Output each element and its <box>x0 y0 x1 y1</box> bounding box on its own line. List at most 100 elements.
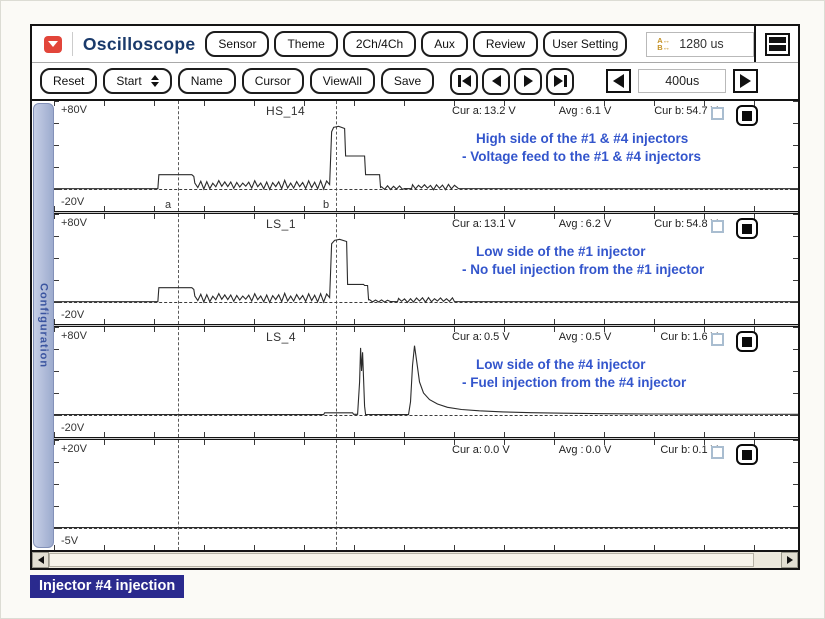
horizontal-scrollbar[interactable] <box>32 550 798 568</box>
avg-value: 0.0 V <box>586 444 614 456</box>
annotation-line1: Low side of the #4 injector <box>462 356 686 374</box>
cur-a-value: 0.0 V <box>484 444 512 456</box>
avg-value: 6.2 V <box>586 218 614 230</box>
review-button[interactable]: Review <box>473 31 538 57</box>
cur-a-value: 13.2 V <box>484 105 518 117</box>
channel-name[interactable]: LS_1 <box>266 217 296 231</box>
channel-menu-button[interactable] <box>736 105 758 126</box>
skip-start-icon <box>462 75 471 87</box>
skip-end-icon <box>554 75 563 87</box>
channel-panel: +20V -5V Cur a:0.0 V Avg :0.0 V Cur b:0.… <box>54 440 798 550</box>
black-square-icon <box>742 337 752 347</box>
channel-name[interactable]: LS_4 <box>266 330 296 344</box>
app-menu-button[interactable] <box>44 36 62 53</box>
cur-b-label: Cur b: <box>654 105 686 117</box>
reset-button[interactable]: Reset <box>40 68 97 94</box>
divider <box>72 32 73 56</box>
channel-panels: +80V -20V HS_14 Cur a:13.2 V Avg :6.1 V … <box>54 101 798 550</box>
start-button[interactable]: Start <box>103 68 171 94</box>
channel-panel: +80V -20V LS_1 Cur a:13.1 V Avg :6.2 V C… <box>54 214 798 324</box>
measurements: Cur a:0.5 V Avg :0.5 V Cur b:1.6 V <box>452 331 720 343</box>
scrollbar-thumb[interactable] <box>49 553 754 567</box>
user-setting-button[interactable]: User Setting <box>543 31 627 57</box>
timebase-increase-button[interactable] <box>733 69 758 93</box>
channel-menu-button[interactable] <box>736 444 758 465</box>
aux-button[interactable]: Aux <box>421 31 468 57</box>
channel-checkbox[interactable] <box>711 220 724 233</box>
black-square-icon <box>742 224 752 234</box>
sensor-button[interactable]: Sensor <box>205 31 269 57</box>
cursor-a-label: a <box>165 199 171 211</box>
cur-a-value: 0.5 V <box>484 331 512 343</box>
measurements: Cur a:0.0 V Avg :0.0 V Cur b:0.1 V <box>452 444 720 456</box>
cursor-button[interactable]: Cursor <box>242 68 304 94</box>
start-label: Start <box>116 74 141 88</box>
vmin-label: -20V <box>61 309 84 321</box>
theme-button[interactable]: Theme <box>274 31 337 57</box>
spinner-icon <box>151 75 159 87</box>
avg-label: Avg : <box>559 444 586 456</box>
channel-mode-button[interactable]: 2Ch/4Ch <box>343 31 416 57</box>
name-button[interactable]: Name <box>178 68 236 94</box>
ab-icon-b: B↔ <box>657 44 670 52</box>
avg-value: 6.1 V <box>586 105 614 117</box>
vmin-label: -5V <box>61 535 78 547</box>
timebase-group: 400us <box>606 69 758 93</box>
cur-a-label: Cur a: <box>452 444 484 456</box>
channel-menu-button[interactable] <box>736 331 758 352</box>
ab-time-value: 1280 us <box>679 37 723 51</box>
skip-end-button[interactable] <box>546 68 574 95</box>
vmax-label: +20V <box>61 443 87 455</box>
ab-cursor-icon: A↔ B↔ <box>657 37 670 52</box>
cur-a-value: 13.1 V <box>484 218 518 230</box>
step-back-button[interactable] <box>482 68 510 95</box>
vmax-label: +80V <box>61 104 87 116</box>
channel-checkbox[interactable] <box>711 446 724 459</box>
left-triangle-icon <box>613 74 624 88</box>
scroll-left-button[interactable] <box>32 552 49 568</box>
left-arrow-icon <box>38 556 44 564</box>
channel-menu-button[interactable] <box>736 218 758 239</box>
right-arrow-icon <box>787 556 793 564</box>
scroll-right-button[interactable] <box>781 552 798 568</box>
annotation-line2: - Voltage feed to the #1 & #4 injectors <box>462 148 701 166</box>
cur-b-label: Cur b: <box>660 444 692 456</box>
channel-name[interactable]: HS_14 <box>266 104 305 118</box>
channel-panel: +80V -20V LS_4 Cur a:0.5 V Avg :0.5 V Cu… <box>54 327 798 437</box>
oscilloscope-window: Oscilloscope Sensor Theme 2Ch/4Ch Aux Re… <box>30 24 800 570</box>
step-back-icon <box>492 75 501 87</box>
timebase-decrease-button[interactable] <box>606 69 631 93</box>
cur-a-label: Cur a: <box>452 105 484 117</box>
channel-checkbox[interactable] <box>711 333 724 346</box>
channel-list-icon[interactable] <box>765 33 790 56</box>
channel-checkbox[interactable] <box>711 107 724 120</box>
app-title: Oscilloscope <box>83 34 196 55</box>
configuration-tab[interactable]: Configuration <box>33 103 54 548</box>
chart-area: Configuration +80V -20V HS_14 Cur a:13.2… <box>32 99 798 550</box>
waveform <box>54 440 798 550</box>
waveform <box>54 327 798 437</box>
step-forward-button[interactable] <box>514 68 542 95</box>
annotation-line2: - Fuel injection from the #4 injector <box>462 374 686 392</box>
measurements: Cur a:13.1 V Avg :6.2 V Cur b:54.8 V <box>452 218 720 230</box>
vmin-label: -20V <box>61 422 84 434</box>
cur-b-label: Cur b: <box>654 218 686 230</box>
record-nav-group <box>450 68 574 95</box>
step-forward-icon <box>524 75 533 87</box>
toolbar-right-section <box>754 26 798 62</box>
annotation-line1: Low side of the #1 injector <box>462 243 704 261</box>
black-square-icon <box>742 111 752 121</box>
cur-b-label: Cur b: <box>660 331 692 343</box>
save-button[interactable]: Save <box>381 68 434 94</box>
annotation-line1: High side of the #1 & #4 injectors <box>462 130 701 148</box>
annotation: Low side of the #4 injector - Fuel injec… <box>462 356 686 392</box>
timebase-value: 400us <box>638 69 726 93</box>
ab-time-display: A↔ B↔ 1280 us <box>646 32 754 57</box>
viewall-button[interactable]: ViewAll <box>310 68 375 94</box>
measurements: Cur a:13.2 V Avg :6.1 V Cur b:54.7 V <box>452 105 720 117</box>
black-square-icon <box>742 450 752 460</box>
annotation: Low side of the #1 injector - No fuel in… <box>462 243 704 279</box>
skip-start-button[interactable] <box>450 68 478 95</box>
annotation: High side of the #1 & #4 injectors - Vol… <box>462 130 701 166</box>
toolbar-top: Oscilloscope Sensor Theme 2Ch/4Ch Aux Re… <box>32 26 798 63</box>
